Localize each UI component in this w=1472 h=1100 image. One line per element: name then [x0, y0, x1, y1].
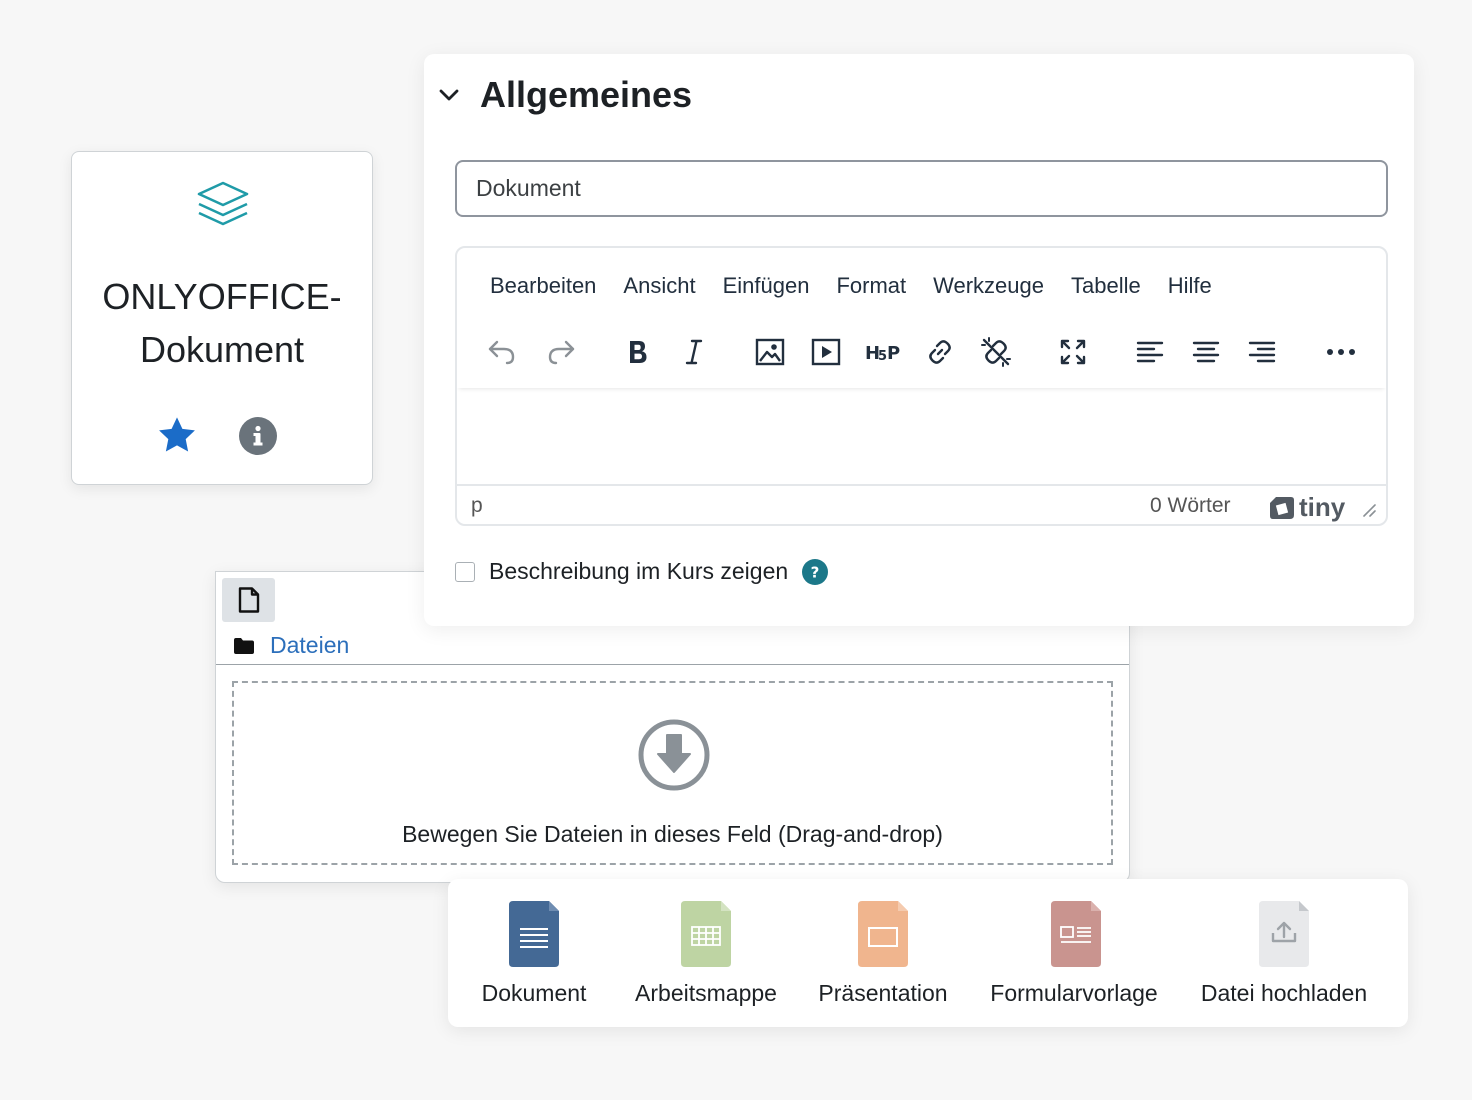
menu-hilfe[interactable]: Hilfe [1168, 273, 1212, 299]
svg-text:H: H [865, 343, 879, 363]
files-path-link[interactable]: Dateien [270, 632, 349, 659]
spreadsheet-file-icon [681, 901, 731, 967]
create-document-panel: Dokument Arbeitsmappe Präsentation Formu… [448, 879, 1408, 1027]
insert-image-button[interactable] [752, 334, 788, 370]
files-divider [216, 664, 1129, 665]
svg-text:P: P [887, 343, 900, 363]
file-view-button[interactable] [222, 578, 275, 622]
upload-file-icon [1259, 901, 1309, 967]
tiny-logo-icon [1270, 496, 1294, 519]
h5p-icon: H 5 P [865, 343, 900, 363]
show-description-checkbox[interactable] [455, 561, 475, 582]
document-file-icon [509, 901, 559, 967]
align-left-icon [1136, 341, 1164, 363]
layers-icon [197, 181, 249, 226]
presentation-file-icon [858, 901, 908, 967]
italic-button[interactable] [676, 334, 712, 370]
redo-icon [548, 340, 575, 365]
help-icon[interactable]: ? [802, 558, 829, 585]
svg-text:5: 5 [878, 349, 887, 363]
resize-handle-icon[interactable] [1362, 503, 1376, 517]
activity-title-line1: ONLYOFFICE- [102, 276, 342, 317]
align-center-icon [1192, 341, 1220, 363]
link-icon [929, 340, 951, 364]
more-button[interactable] [1323, 334, 1359, 370]
menu-bearbeiten[interactable]: Bearbeiten [490, 273, 596, 299]
media-icon [811, 338, 841, 366]
menu-tabelle[interactable]: Tabelle [1071, 273, 1141, 299]
more-icon [1327, 349, 1355, 355]
redo-button[interactable] [543, 334, 579, 370]
word-count[interactable]: 0 Wörter [1150, 494, 1231, 518]
align-center-button[interactable] [1188, 334, 1224, 370]
unlink-icon [981, 337, 1011, 367]
bold-button[interactable] [620, 334, 656, 370]
menu-einfuegen[interactable]: Einfügen [723, 273, 810, 299]
create-label-upload: Datei hochladen [1200, 980, 1368, 1006]
star-icon[interactable] [156, 416, 198, 456]
create-label-formularvorlage: Formularvorlage [990, 980, 1158, 1006]
file-icon [238, 587, 259, 613]
menu-ansicht[interactable]: Ansicht [623, 273, 695, 299]
create-label-arbeitsmappe: Arbeitsmappe [635, 980, 777, 1006]
align-right-button[interactable] [1244, 334, 1280, 370]
rich-text-editor: Bearbeiten Ansicht Einfügen Format Werkz… [455, 246, 1388, 526]
element-path[interactable]: p [471, 494, 483, 518]
tiny-logo[interactable]: tiny [1269, 492, 1345, 523]
menu-format[interactable]: Format [836, 273, 906, 299]
form-file-icon [1051, 901, 1101, 967]
activity-title-line2: Dokument [139, 329, 305, 370]
drop-zone-text: Bewegen Sie Dateien in dieses Feld (Drag… [402, 821, 943, 847]
editor-menubar: Bearbeiten Ansicht Einfügen Format Werkz… [457, 273, 1212, 299]
insert-h5p-button[interactable]: H 5 P [864, 334, 906, 370]
undo-icon [488, 340, 515, 365]
create-label-dokument: Dokument [481, 980, 587, 1006]
editor-statusbar: p 0 Wörter tiny [457, 484, 1386, 524]
name-input[interactable] [455, 160, 1388, 217]
undo-button[interactable] [484, 334, 520, 370]
folder-icon [234, 637, 254, 654]
svg-text:?: ? [811, 563, 820, 581]
chevron-down-icon[interactable] [438, 88, 460, 102]
insert-media-button[interactable] [808, 334, 844, 370]
fullscreen-icon [1060, 339, 1086, 365]
insert-link-button[interactable] [922, 334, 958, 370]
align-right-icon [1248, 341, 1276, 363]
activity-card[interactable]: ONLYOFFICE- Dokument [71, 151, 373, 485]
files-breadcrumb: Dateien [234, 632, 349, 659]
section-title[interactable]: Allgemeines [480, 74, 692, 116]
editor-toolbar: H 5 P [457, 312, 1386, 388]
editor-content-area[interactable] [457, 390, 1386, 484]
show-description-row: Beschreibung im Kurs zeigen ? [455, 558, 829, 585]
unlink-button[interactable] [978, 334, 1014, 370]
info-icon[interactable] [239, 417, 277, 455]
create-label-praesentation: Präsentation [818, 980, 948, 1006]
italic-icon [685, 339, 703, 365]
align-left-button[interactable] [1132, 334, 1168, 370]
image-icon [755, 338, 785, 366]
bold-icon [630, 341, 647, 363]
tiny-brand-text: tiny [1299, 492, 1346, 522]
general-section: Allgemeines Bearbeiten Ansicht Einfügen … [424, 54, 1414, 626]
fullscreen-button[interactable] [1055, 334, 1091, 370]
drop-zone[interactable]: Bewegen Sie Dateien in dieses Feld (Drag… [232, 681, 1113, 865]
download-circle-icon [638, 719, 710, 791]
menu-werkzeuge[interactable]: Werkzeuge [933, 273, 1044, 299]
show-description-label[interactable]: Beschreibung im Kurs zeigen [489, 558, 788, 585]
